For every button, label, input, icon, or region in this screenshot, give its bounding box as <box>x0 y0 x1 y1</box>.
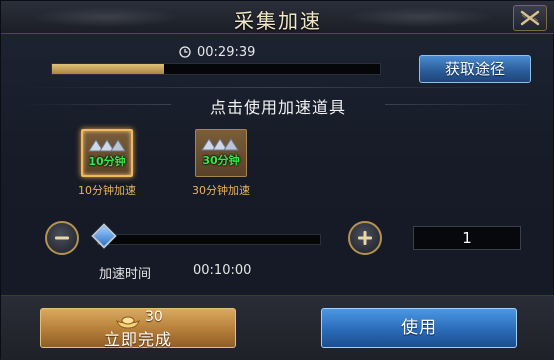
clock-icon <box>179 46 191 58</box>
item-label: 10分钟加速 <box>78 184 136 197</box>
item-badge: 10分钟 <box>88 155 126 168</box>
instant-complete-label: 立即完成 <box>103 330 172 349</box>
get-path-button[interactable]: 获取途径 <box>419 55 531 83</box>
section-title: 点击使用加速道具 <box>209 98 346 117</box>
timer: 00:29:39 <box>179 44 255 60</box>
use-button[interactable]: 使用 <box>321 308 517 348</box>
quantity-input[interactable]: 1 <box>413 226 521 250</box>
gather-progress-bar <box>51 63 381 75</box>
speedup-time-value: 00:10:00 <box>193 263 252 278</box>
item-label: 30分钟加速 <box>192 184 250 197</box>
quantity-slider-track[interactable] <box>97 234 321 245</box>
decrease-button[interactable] <box>45 221 79 255</box>
speedup-dialog: 采集加速 00:29:39 获取途径 点击使用加速道具 10分钟 10分钟加速 <box>0 0 554 360</box>
increase-button[interactable] <box>348 221 382 255</box>
close-icon <box>520 10 540 26</box>
item-speedup-10min[interactable]: 10分钟 <box>81 129 133 177</box>
gather-progress-fill <box>52 64 164 74</box>
title-bar: 采集加速 <box>1 1 554 34</box>
divider <box>21 87 535 88</box>
dialog-title: 采集加速 <box>234 9 322 33</box>
speedup-time-label: 加速时间 <box>99 267 152 282</box>
item-badge: 30分钟 <box>202 154 240 167</box>
plus-icon <box>358 231 372 245</box>
item-speedup-30min[interactable]: 30分钟 <box>195 129 247 177</box>
timer-value: 00:29:39 <box>197 44 256 60</box>
close-button[interactable] <box>513 5 547 31</box>
instant-complete-button[interactable]: 30 立即完成 <box>40 308 236 349</box>
instant-complete-cost: 30 <box>145 309 163 325</box>
minus-icon <box>55 236 69 240</box>
